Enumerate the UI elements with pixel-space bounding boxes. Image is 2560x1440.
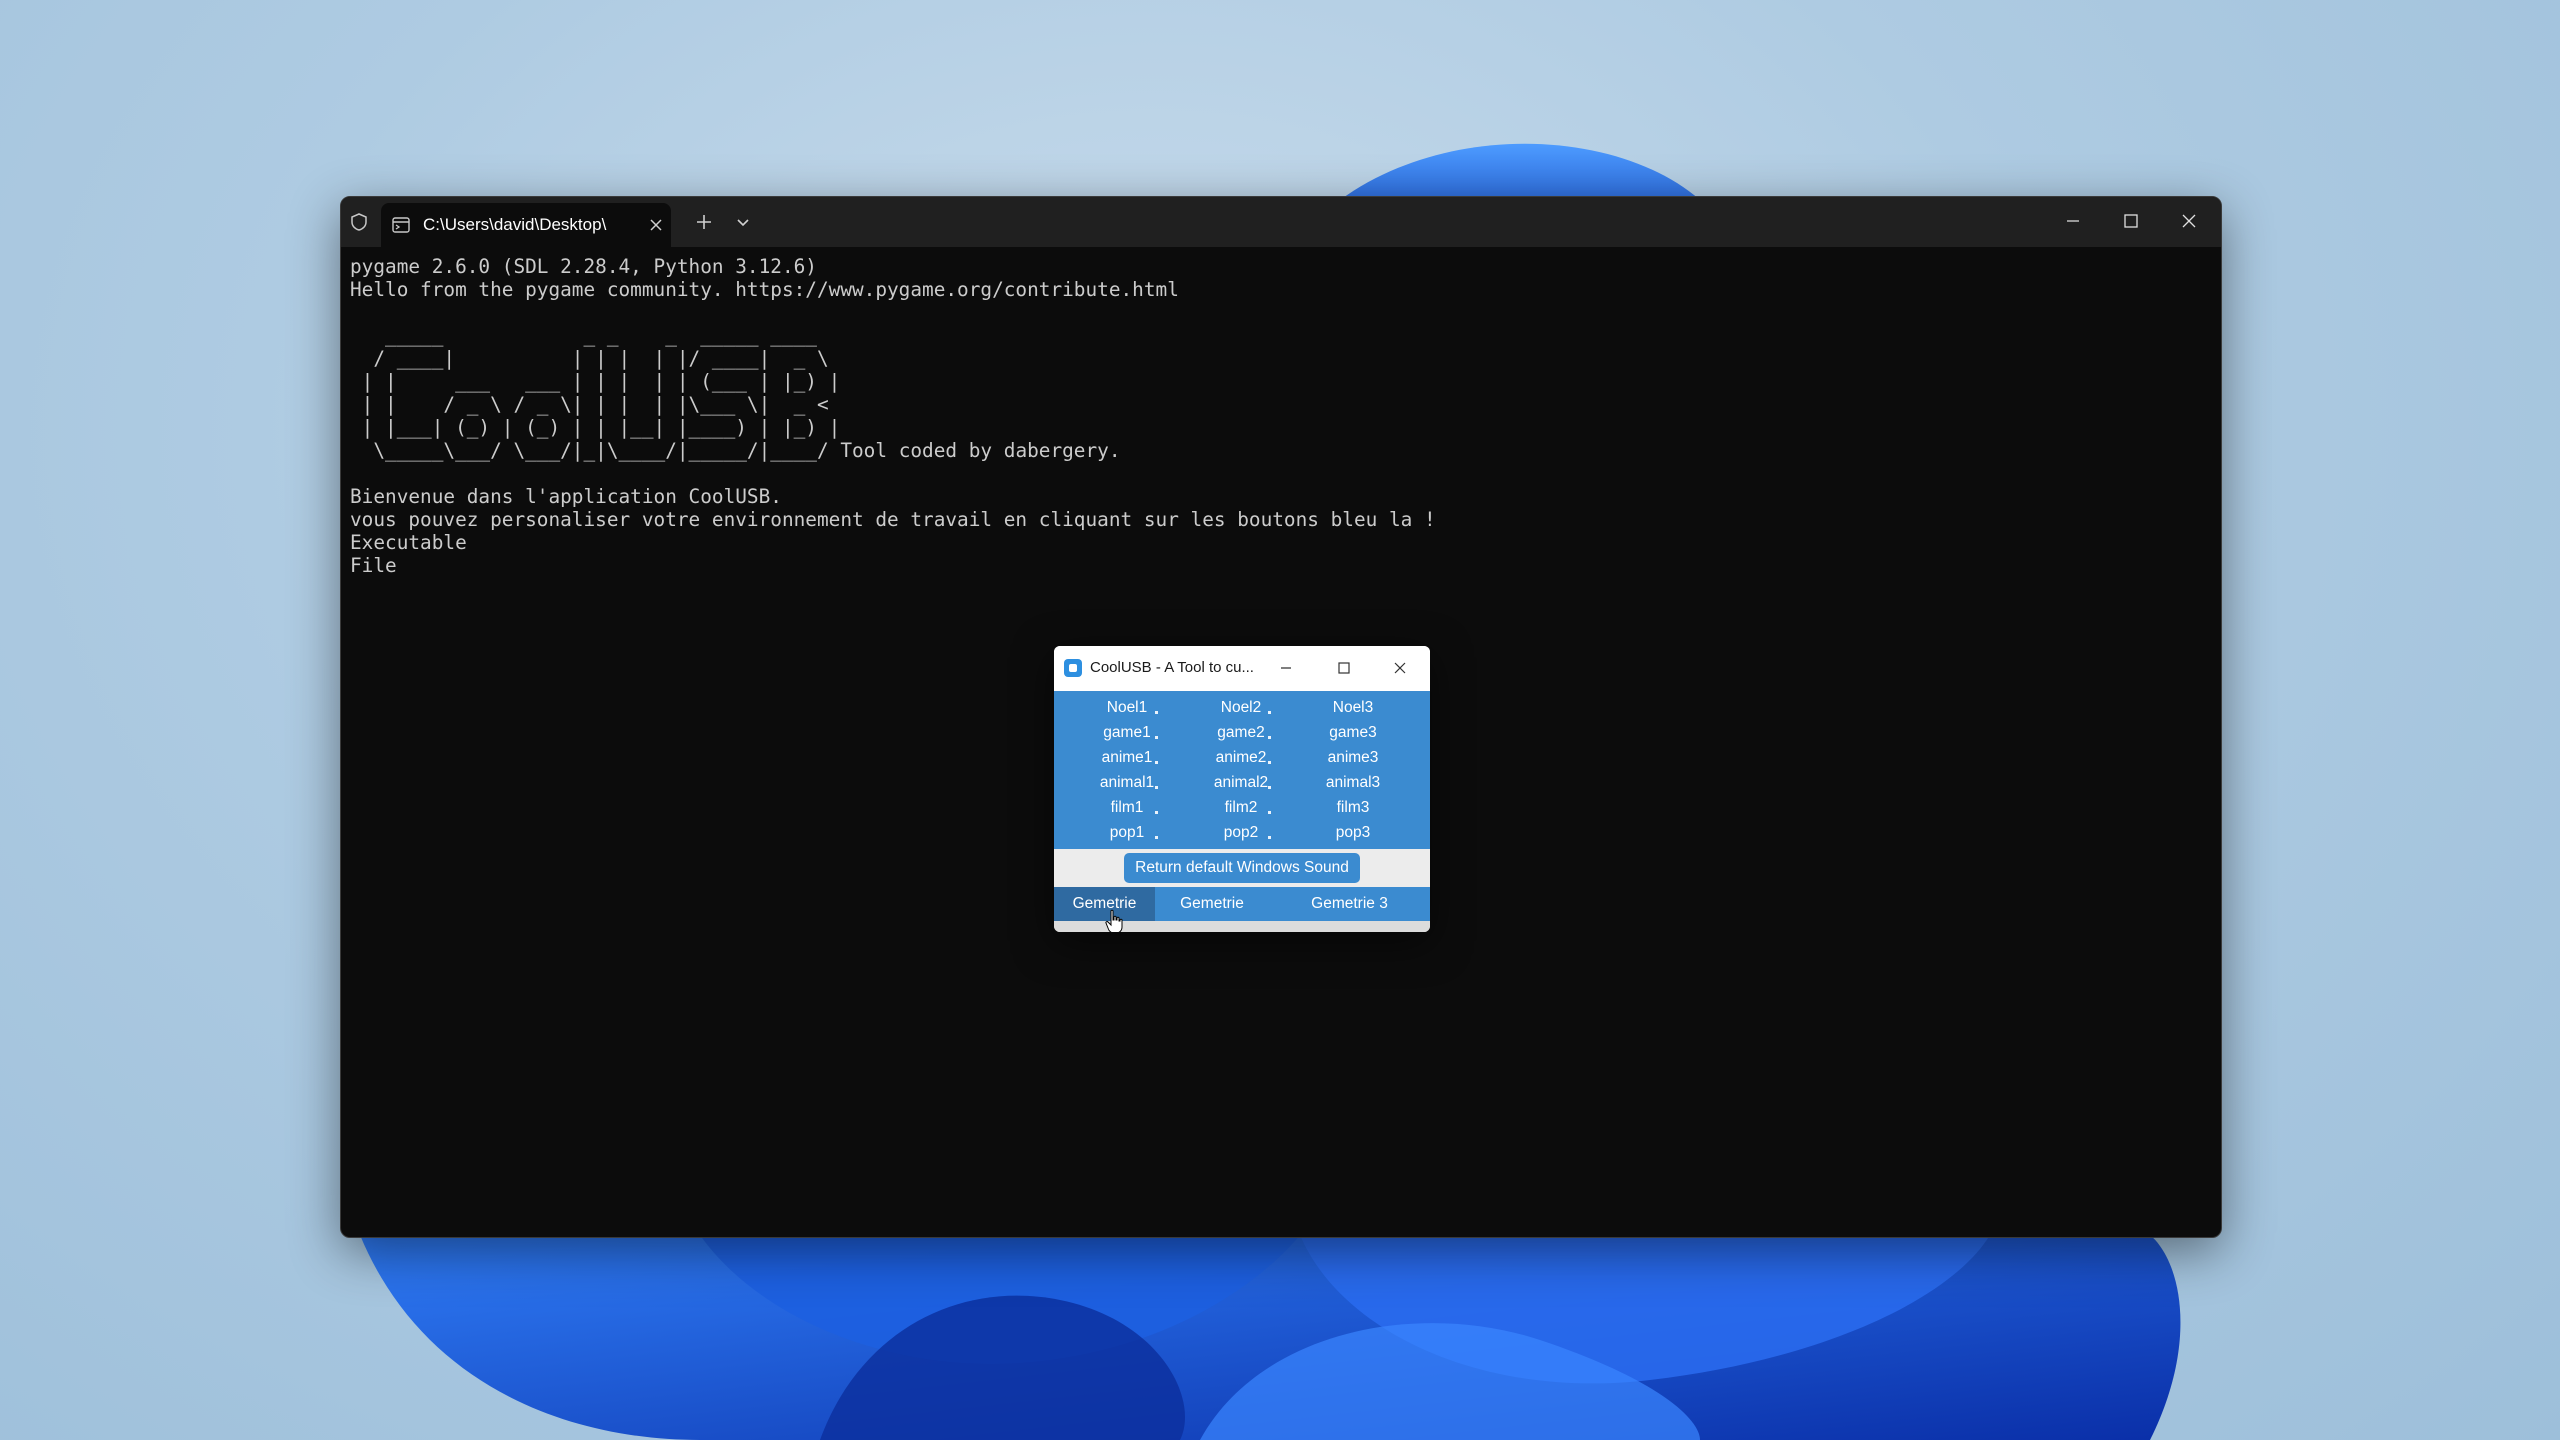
theme-button-game3[interactable]: game3 [1297, 720, 1409, 745]
console-output[interactable]: pygame 2.6.0 (SDL 2.28.4, Python 3.12.6)… [350, 255, 1436, 577]
theme-button-anime1[interactable]: anime1 [1071, 745, 1183, 770]
minimize-icon[interactable] [1278, 660, 1294, 676]
console-line: pygame 2.6.0 (SDL 2.28.4, Python 3.12.6) [350, 255, 817, 278]
minimize-icon[interactable] [2063, 211, 2083, 231]
maximize-icon[interactable] [2121, 211, 2141, 231]
chevron-down-icon[interactable] [735, 214, 751, 230]
theme-button-pop1[interactable]: pop1 [1071, 820, 1183, 845]
theme-button-animal2[interactable]: animal2 [1185, 770, 1297, 795]
coolusb-window: CoolUSB - A Tool to cu... Noel1 game1 an… [1054, 646, 1430, 932]
theme-button-game2[interactable]: game2 [1185, 720, 1297, 745]
console-line: File [350, 554, 397, 577]
theme-button-animal3[interactable]: animal3 [1297, 770, 1409, 795]
console-line: Executable [350, 531, 467, 554]
ascii-art-line: _____ _ _ _ _____ ____ [350, 324, 841, 347]
tab-close-icon[interactable] [647, 216, 665, 234]
theme-button-noel2[interactable]: Noel2 [1185, 695, 1297, 720]
return-default-sound-button[interactable]: Return default Windows Sound [1124, 853, 1360, 883]
theme-button-anime2[interactable]: anime2 [1185, 745, 1297, 770]
close-icon[interactable] [2179, 211, 2199, 231]
ascii-art-line: | | ___ ___ | | | | | (___ | |_) | [350, 370, 841, 393]
tab-title: C:\Users\david\Desktop\ [423, 215, 607, 234]
theme-button-film3[interactable]: film3 [1297, 795, 1409, 820]
shield-icon[interactable] [349, 212, 369, 232]
geometry-button-3[interactable]: Gemetrie 3 [1269, 887, 1430, 921]
ascii-art-line: | |___| (_) | (_) | | |__| |____) | |_) … [350, 416, 841, 439]
maximize-icon[interactable] [1336, 660, 1352, 676]
theme-button-noel1[interactable]: Noel1 [1071, 695, 1183, 720]
terminal-tab[interactable]: C:\Users\david\Desktop\ [381, 203, 671, 247]
hand-cursor-icon [1105, 909, 1123, 932]
theme-button-pop2[interactable]: pop2 [1185, 820, 1297, 845]
coolusb-titlebar[interactable]: CoolUSB - A Tool to cu... [1054, 646, 1430, 691]
theme-button-game1[interactable]: game1 [1071, 720, 1183, 745]
coolusb-title: CoolUSB - A Tool to cu... [1090, 659, 1254, 676]
console-line: vous pouvez personaliser votre environne… [350, 508, 1436, 531]
close-icon[interactable] [1392, 660, 1408, 676]
theme-button-pop3[interactable]: pop3 [1297, 820, 1409, 845]
new-tab-icon[interactable] [694, 212, 714, 232]
theme-button-film1[interactable]: film1 [1071, 795, 1183, 820]
console-blank [350, 462, 1436, 485]
theme-button-anime3[interactable]: anime3 [1297, 745, 1409, 770]
console-line: Hello from the pygame community. https:/… [350, 278, 1179, 301]
theme-button-noel3[interactable]: Noel3 [1297, 695, 1409, 720]
theme-button-grid: Noel1 game1 anime1 animal1 film1 pop1 No… [1054, 691, 1430, 849]
terminal-titlebar[interactable]: C:\Users\david\Desktop\ [341, 197, 2221, 247]
ascii-art-line: \_____\___/ \___/|_|\____/|_____/|____/ [350, 439, 841, 462]
ascii-art-line: / ____| | | | | |/ ____| _ \ [350, 347, 841, 370]
console-line: Bienvenue dans l'application CoolUSB. [350, 485, 782, 508]
terminal-tab-icon [392, 217, 410, 233]
sound-bar: Return default Windows Sound [1054, 849, 1430, 887]
geometry-button-2[interactable]: Gemetrie [1158, 887, 1266, 921]
theme-button-animal1[interactable]: animal1 [1071, 770, 1183, 795]
theme-button-film2[interactable]: film2 [1185, 795, 1297, 820]
ascii-art-line: | | / _ \ / _ \| | | | |\___ \| _ < [350, 393, 841, 416]
console-blank [350, 301, 1436, 324]
app-icon [1064, 659, 1082, 677]
credit-text: Tool coded by dabergery. [840, 439, 1121, 462]
